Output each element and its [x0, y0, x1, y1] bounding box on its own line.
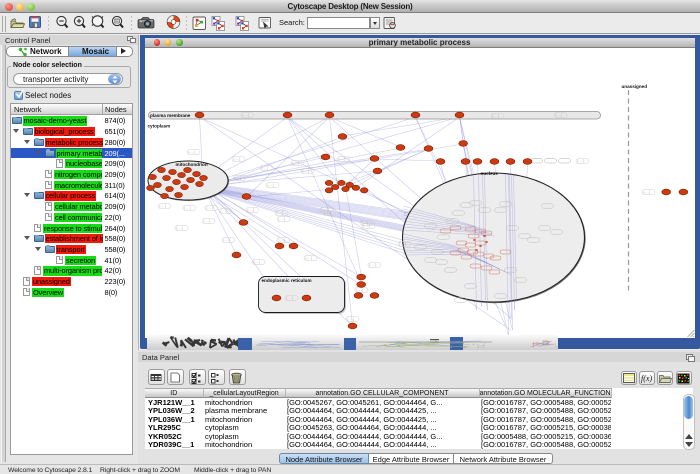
- svg-text:[.....]: [.....]: [305, 256, 311, 260]
- svg-text:[.....]: [.....]: [233, 157, 239, 161]
- svg-text:[.....]: [.....]: [220, 209, 226, 213]
- svg-text:[.....]: [.....]: [286, 296, 292, 300]
- svg-text:[.....]: [.....]: [356, 288, 362, 292]
- svg-text:cytoplasm: cytoplasm: [147, 124, 170, 129]
- svg-text:[.....]: [.....]: [643, 190, 649, 194]
- svg-text:[.....]: [.....]: [338, 157, 344, 161]
- svg-text:[.....]: [.....]: [206, 206, 212, 210]
- svg-text:[.....]: [.....]: [324, 211, 330, 215]
- svg-text:[.....]: [.....]: [267, 183, 273, 187]
- svg-text:[.....]: [.....]: [347, 317, 353, 321]
- svg-text:[.....]: [.....]: [577, 159, 583, 163]
- svg-text:[.....]: [.....]: [278, 217, 284, 221]
- svg-text:[.....]: [.....]: [276, 211, 282, 215]
- svg-text:[.....]: [.....]: [369, 263, 375, 267]
- svg-text:[.....]: [.....]: [278, 238, 284, 242]
- svg-text:unassigned: unassigned: [621, 84, 647, 89]
- svg-text:[.....]: [.....]: [242, 113, 248, 117]
- svg-text:[.....]: [.....]: [184, 206, 190, 210]
- svg-text:[.....]: [.....]: [261, 166, 267, 170]
- svg-text:[.....]: [.....]: [292, 161, 298, 165]
- svg-text:[.....]: [.....]: [247, 208, 253, 212]
- svg-text:endoplasmic reticulum: endoplasmic reticulum: [261, 278, 311, 283]
- svg-text:[.....]: [.....]: [492, 114, 498, 118]
- svg-text:[.....]: [.....]: [555, 113, 561, 117]
- svg-text:[.....]: [.....]: [203, 219, 209, 223]
- svg-text:[.....]: [.....]: [188, 150, 194, 154]
- svg-text:[.....]: [.....]: [399, 242, 405, 246]
- svg-text:[.....]: [.....]: [363, 224, 369, 228]
- svg-text:f(x): f(x): [641, 374, 652, 383]
- svg-text:[.....]: [.....]: [176, 226, 182, 230]
- svg-text:[.....]: [.....]: [253, 260, 259, 264]
- svg-text:[.....]: [.....]: [159, 204, 165, 208]
- svg-text:plasma membrane: plasma membrane: [150, 113, 191, 118]
- svg-text:[.....]: [.....]: [223, 238, 229, 242]
- svg-text:mitochondrion: mitochondrion: [175, 162, 207, 167]
- svg-text:nucleus: nucleus: [480, 171, 498, 176]
- svg-text:[.....]: [.....]: [234, 176, 240, 180]
- svg-text:[.....]: [.....]: [302, 169, 308, 173]
